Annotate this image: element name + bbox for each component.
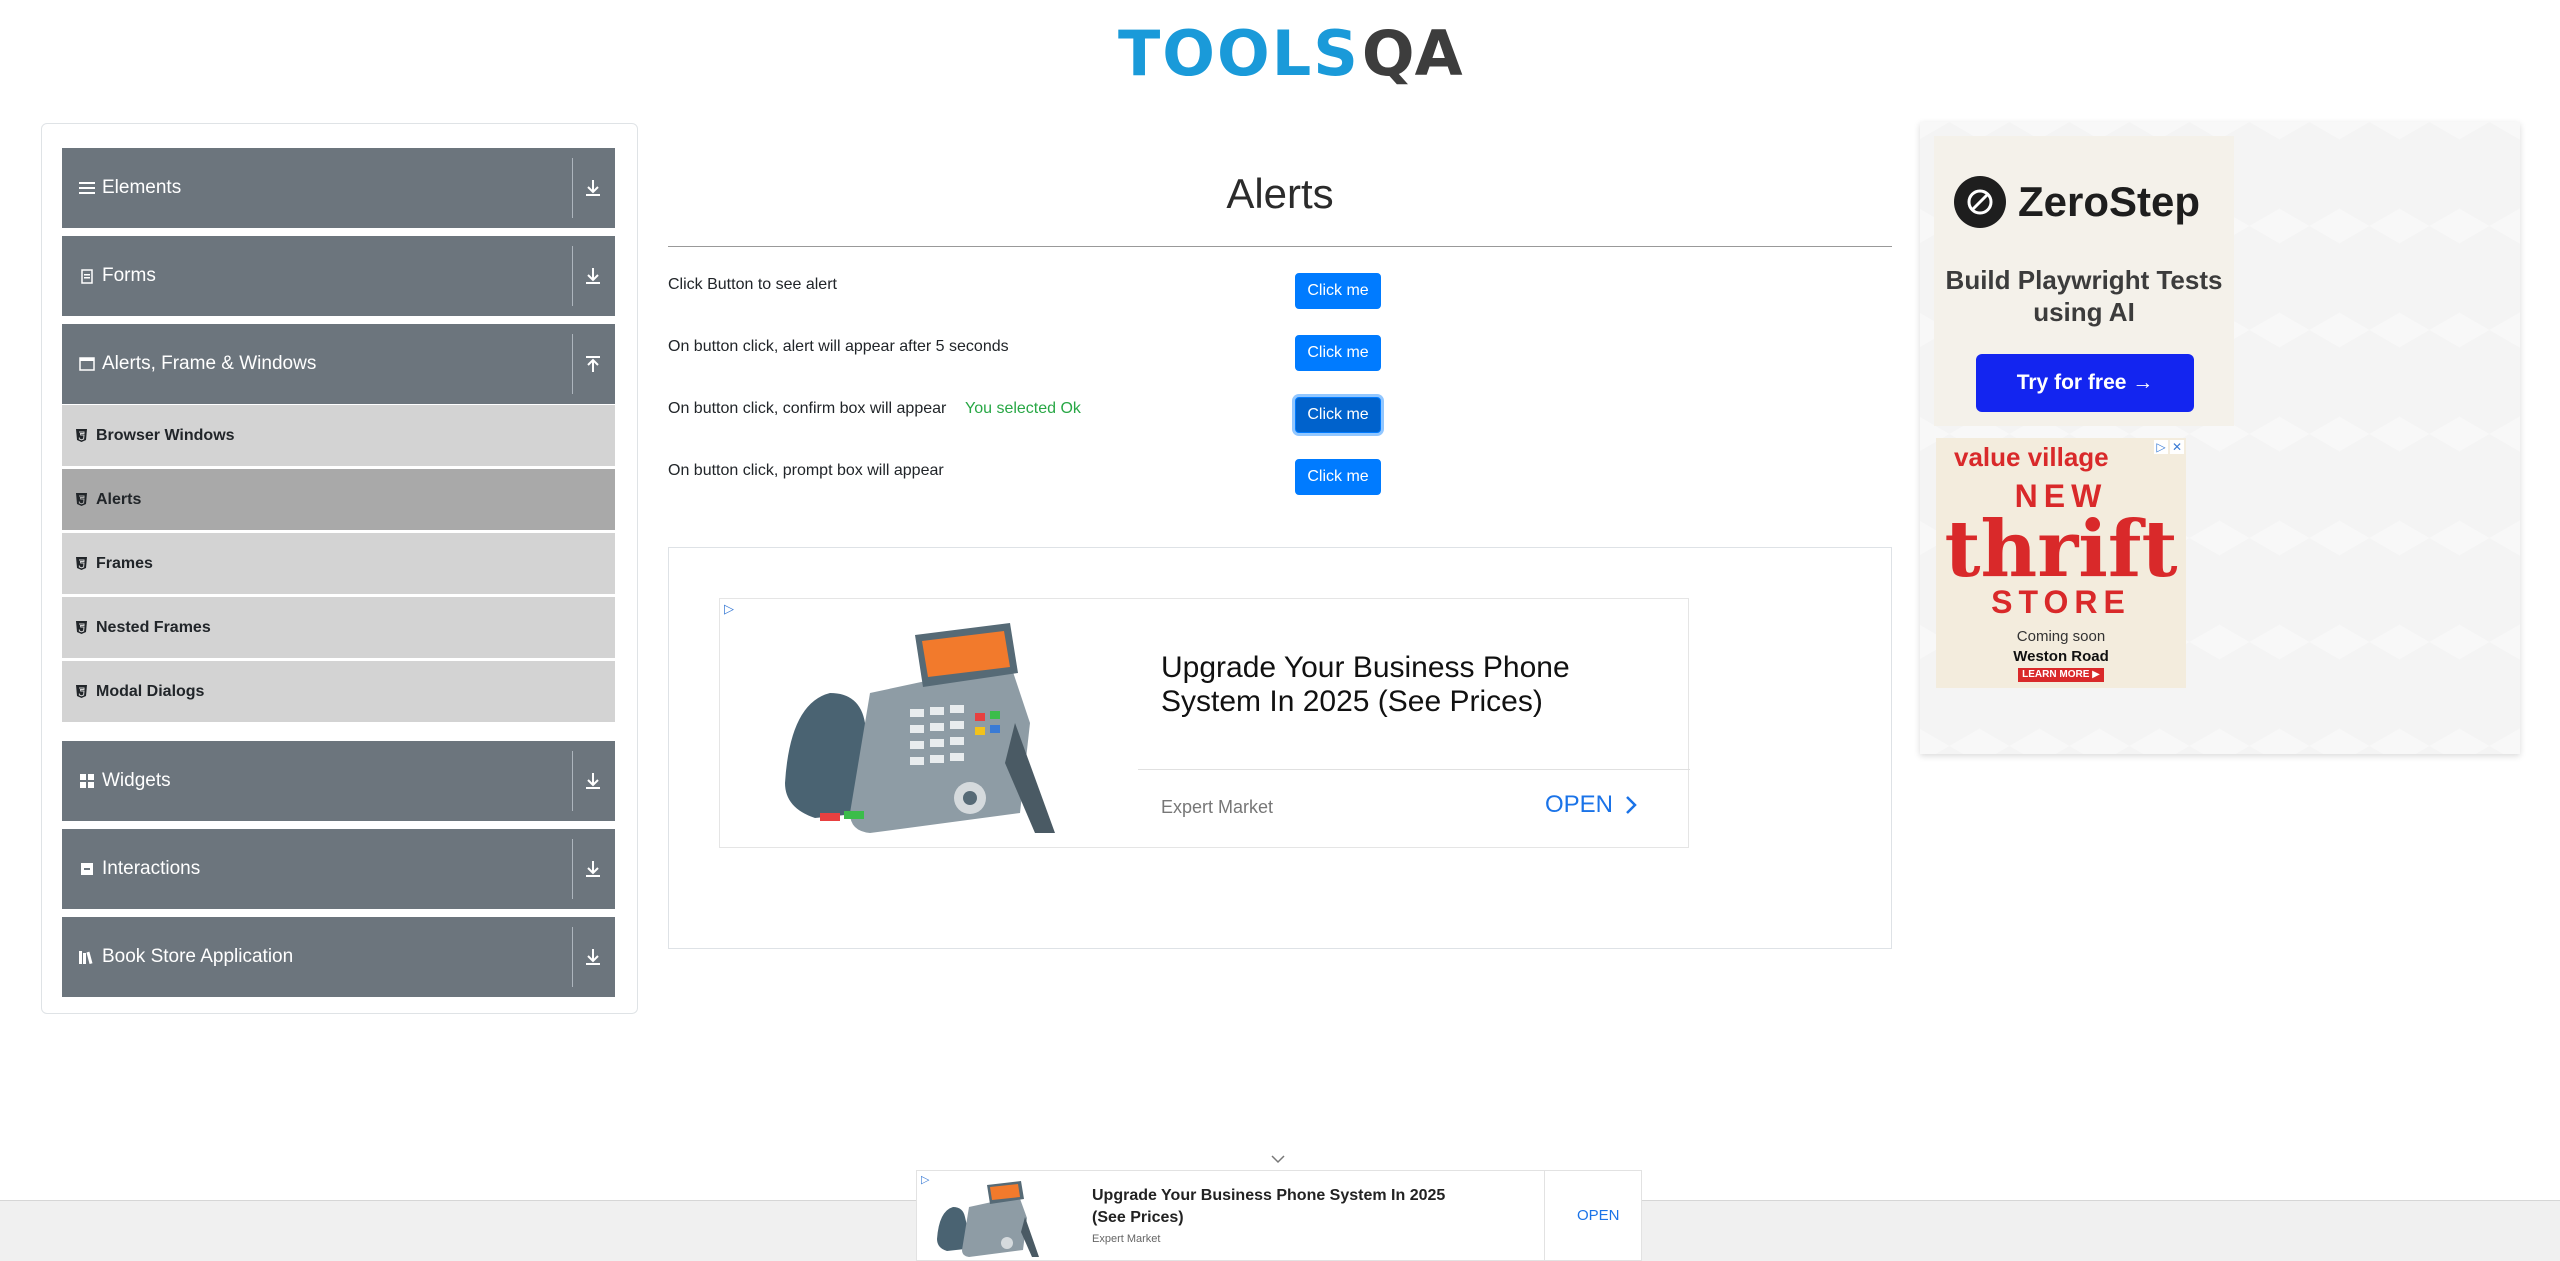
zerostep-mark-icon — [1954, 176, 2006, 228]
expand-arrow-icon[interactable] — [579, 767, 607, 795]
confirm-button[interactable]: Click me — [1295, 397, 1381, 433]
ad-line-thrift: thrift — [1944, 504, 2178, 595]
desk-phone-image — [937, 1181, 1039, 1257]
expand-arrow-icon[interactable] — [579, 174, 607, 202]
sub-item-label: Nested Frames — [96, 618, 211, 636]
alert-button[interactable]: Click me — [1295, 273, 1381, 309]
group-elements[interactable]: Elements — [62, 148, 615, 228]
chevron-down-icon[interactable] — [1270, 1152, 1286, 1166]
logo-tools-text: TOOLS — [1118, 17, 1360, 90]
expand-arrow-icon[interactable] — [579, 262, 607, 290]
group-widgets[interactable]: Widgets — [62, 741, 615, 821]
divider — [572, 839, 573, 899]
group-label: Forms — [102, 265, 156, 286]
group-label: Interactions — [102, 858, 201, 879]
divider — [1544, 1171, 1545, 1261]
divider — [572, 246, 573, 306]
divider — [572, 751, 573, 811]
try-for-free-button[interactable]: Try for free → — [1976, 354, 2194, 412]
adchoices-icon[interactable]: ▷ — [921, 1173, 929, 1186]
divider — [572, 334, 573, 394]
ad-close-controls[interactable]: ▷ ✕ — [2154, 440, 2184, 456]
ad-line-location: Weston Road — [2013, 648, 2109, 665]
divider — [572, 927, 573, 987]
content-ad[interactable]: ▷ Upgrade Your Business Phone System In … — [719, 598, 1690, 848]
books-icon — [78, 948, 96, 966]
toolsqa-logo[interactable]: TOOLS QA — [1118, 14, 1463, 94]
group-forms[interactable]: Forms — [62, 236, 615, 316]
sub-item-nested-frames[interactable]: Nested Frames — [62, 596, 615, 658]
ad-headline[interactable]: Upgrade Your Business Phone System In 20… — [1161, 651, 1641, 719]
sub-item-label: Alerts — [96, 490, 142, 508]
zerostep-logo: ZeroStep — [1954, 176, 2200, 228]
left-sidebar: Elements Forms Alerts, Frame & Windows B… — [41, 123, 638, 1014]
zerostep-ad[interactable]: ZeroStep Build Playwright Tests using AI… — [1934, 136, 2234, 426]
group-label: Elements — [102, 177, 182, 198]
alert-row-label: Click Button to see alert — [668, 276, 837, 293]
html-icon — [76, 429, 88, 443]
ad-line-coming-soon: Coming soon — [2016, 628, 2106, 645]
ad-open-button[interactable]: OPEN — [1545, 791, 1637, 819]
value-village-brand: value village — [1954, 442, 2109, 472]
adchoices-icon[interactable]: ▷ — [724, 601, 734, 617]
close-icon[interactable]: ✕ — [2170, 440, 2184, 454]
sub-item-label: Browser Windows — [96, 426, 235, 444]
learn-more-button[interactable]: LEARN MORE ▶ — [2018, 668, 2104, 682]
desk-phone-image — [785, 623, 1055, 833]
expand-arrow-icon[interactable] — [579, 855, 607, 883]
sticky-ad-headline[interactable]: Upgrade Your Business Phone System In 20… — [1092, 1185, 1472, 1229]
sub-item-browser-windows[interactable]: Browser Windows — [62, 404, 615, 466]
zerostep-brand: ZeroStep — [2018, 178, 2201, 225]
sticky-ad-open-button[interactable]: OPEN — [1577, 1207, 1620, 1224]
title-divider — [668, 246, 1892, 247]
group-label: Alerts, Frame & Windows — [102, 353, 317, 374]
prompt-row-label: On button click, prompt box will appear — [668, 462, 944, 479]
ad-open-label: OPEN — [1545, 791, 1614, 818]
html-icon — [76, 557, 88, 571]
right-ad: ZeroStep Build Playwright Tests using AI… — [1920, 122, 2520, 754]
value-village-ad[interactable]: value village ▷ ✕ NEW thrift STORE Comin… — [1936, 438, 2186, 688]
html-icon — [76, 493, 88, 507]
timer-alert-button[interactable]: Click me — [1295, 335, 1381, 371]
sub-item-modal-dialogs[interactable]: Modal Dialogs — [62, 660, 615, 722]
sub-item-label: Frames — [96, 554, 153, 572]
list-icon — [78, 179, 96, 197]
collapse-arrow-icon[interactable] — [579, 350, 607, 378]
divider — [1138, 769, 1690, 770]
page-title: Alerts — [1226, 170, 1334, 217]
sticky-ad[interactable]: ▷ Upgrade Your Business Phone System In … — [916, 1170, 1642, 1261]
html-icon — [76, 685, 88, 699]
timer-alert-row-label: On button click, alert will appear after… — [668, 338, 1009, 355]
form-icon — [78, 267, 96, 285]
group-label: Widgets — [102, 770, 171, 791]
prompt-button[interactable]: Click me — [1295, 459, 1381, 495]
zerostep-tagline: Build Playwright Tests using AI — [1945, 265, 2223, 327]
html-icon — [76, 621, 88, 635]
ad-advertiser: Expert Market — [1161, 797, 1274, 817]
group-interactions[interactable]: Interactions — [62, 829, 615, 909]
expand-arrow-icon[interactable] — [579, 943, 607, 971]
group-label: Book Store Application — [102, 946, 294, 967]
ad-line-store: STORE — [1991, 584, 2131, 620]
sub-item-alerts[interactable]: Alerts — [62, 468, 615, 530]
sub-item-frames[interactable]: Frames — [62, 532, 615, 594]
group-alerts-frame-windows[interactable]: Alerts, Frame & Windows — [62, 324, 615, 404]
adchoices-icon[interactable]: ▷ — [2154, 440, 2168, 454]
window-icon — [78, 355, 96, 373]
chevron-right-icon — [1626, 796, 1637, 814]
sticky-ad-advertiser: Expert Market — [1092, 1233, 1161, 1245]
divider — [572, 158, 573, 218]
confirm-result: You selected Ok — [965, 400, 1081, 417]
interaction-icon — [78, 860, 96, 878]
logo-qa-text: QA — [1361, 17, 1463, 90]
grid-icon — [78, 772, 96, 790]
sub-item-label: Modal Dialogs — [96, 682, 205, 700]
confirm-row-label: On button click, confirm box will appear — [668, 400, 947, 417]
group-book-store-application[interactable]: Book Store Application — [62, 917, 615, 997]
